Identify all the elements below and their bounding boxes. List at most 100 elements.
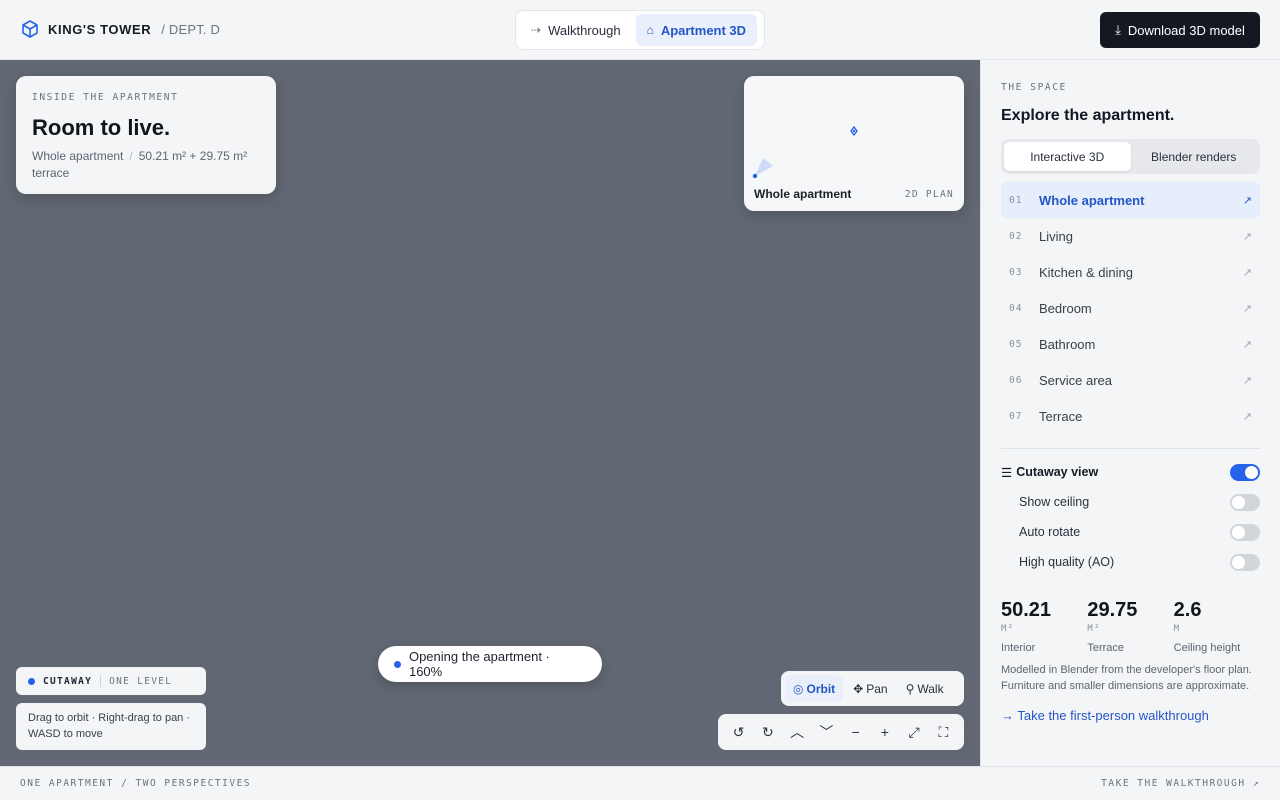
- cutaway-view-toggle[interactable]: [1230, 463, 1260, 481]
- controls-hint: Drag to orbit · Right-drag to pan · WASD…: [16, 703, 206, 750]
- sidebar-title: Explore the apartment.: [1001, 107, 1175, 124]
- tab-apartment-3d[interactable]: ⌂ Apartment 3D: [635, 14, 758, 46]
- pan-mode-button[interactable]: ✥ Pan: [845, 675, 895, 702]
- arrow-up-right-icon: ↗: [1242, 302, 1252, 315]
- walkthrough-link[interactable]: → Take the first-person walkthrough: [1001, 708, 1260, 723]
- stat-value: 29.75: [1087, 599, 1138, 621]
- show-ceiling-toggle[interactable]: [1230, 493, 1260, 511]
- loading-dot-icon: [394, 660, 401, 668]
- camera-view-cone-icon: [752, 158, 773, 179]
- stat-interior: 50.21 M² Interior: [1001, 599, 1087, 654]
- view-type-segmented-control: Interactive 3D Blender renders: [1001, 139, 1260, 174]
- room-item-bathroom[interactable]: 05 Bathroom ↗: [1001, 326, 1260, 362]
- room-item-whole-apartment[interactable]: 01 Whole apartment ↗: [1001, 182, 1260, 218]
- room-item-bedroom[interactable]: 04 Bedroom ↗: [1001, 290, 1260, 326]
- auto-rotate-row: Auto rotate: [1001, 517, 1260, 547]
- info-meta-separator: /: [129, 149, 133, 163]
- arrow-up-right-icon: ↗: [1242, 230, 1252, 243]
- tab-blender-renders[interactable]: Blender renders: [1131, 142, 1258, 171]
- stat-unit: M: [1173, 624, 1181, 634]
- info-eyebrow: INSIDE THE APARTMENT: [32, 92, 179, 103]
- room-item-kitchen-dining[interactable]: 03 Kitchen & dining ↗: [1001, 254, 1260, 290]
- room-item-terrace[interactable]: 07 Terrace ↗: [1001, 398, 1260, 434]
- zoom-out-button[interactable]: −: [843, 719, 869, 745]
- arrow-up-right-icon: ↗: [1242, 194, 1252, 207]
- mode-switch: ⇢ Walkthrough ⌂ Apartment 3D: [515, 10, 765, 50]
- zoom-in-icon: +: [880, 724, 889, 740]
- auto-rotate-toggle[interactable]: [1230, 523, 1260, 541]
- info-meta: Whole apartment/50.21 m² + 29.75 m² terr…: [32, 148, 260, 182]
- room-label: Living: [1039, 228, 1073, 244]
- stat-value: 50.21: [1001, 599, 1052, 621]
- tab-walkthrough-label: Walkthrough: [548, 22, 621, 38]
- arrow-up-right-icon: ↗: [1242, 410, 1252, 423]
- walk-label: Walk: [917, 681, 944, 696]
- download-3d-model-button[interactable]: ⤓ Download 3D model: [1100, 12, 1260, 48]
- fit-view-icon: ⤢: [908, 723, 920, 740]
- brand-subtitle: / DEPT. D: [161, 21, 221, 37]
- orbit-mode-button[interactable]: ◎ Orbit: [785, 675, 844, 702]
- sidebar-eyebrow: THE SPACE: [1001, 82, 1067, 93]
- tilt-down-button[interactable]: ﹀: [813, 719, 839, 745]
- footer-walkthrough-link[interactable]: TAKE THE WALKTHROUGH ↗: [1101, 778, 1260, 789]
- section-divider: [1001, 448, 1260, 449]
- tab-interactive-3d[interactable]: Interactive 3D: [1004, 142, 1131, 171]
- footer-tagline: ONE APARTMENT / TWO PERSPECTIVES: [20, 778, 252, 789]
- walk-mode-button[interactable]: ⚲ Walk: [898, 675, 952, 702]
- fit-view-button[interactable]: ⤢: [901, 719, 927, 745]
- app-header: KING'S TOWER / DEPT. D ⇢ Walkthrough ⌂ A…: [0, 0, 1280, 60]
- orbit-label: Orbit: [806, 681, 836, 696]
- dashed-arrow-icon: ⇢: [531, 23, 542, 37]
- high-quality-toggle[interactable]: [1230, 553, 1260, 571]
- room-number: 07: [1009, 410, 1023, 422]
- download-icon: ⤓: [1115, 22, 1121, 37]
- arrow-up-right-icon: ↗: [1242, 266, 1252, 279]
- room-number: 05: [1009, 338, 1023, 350]
- info-meta-room: Whole apartment: [32, 149, 124, 163]
- tilt-up-icon: ︿: [790, 724, 805, 740]
- arrow-up-right-icon: ↗: [1242, 374, 1252, 387]
- minimap-label: Whole apartment: [754, 187, 852, 201]
- room-number: 03: [1009, 266, 1023, 278]
- room-item-living[interactable]: 02 Living ↗: [1001, 218, 1260, 254]
- 3d-viewport[interactable]: INSIDE THE APARTMENT Room to live. Whole…: [0, 60, 980, 766]
- rotate-right-button[interactable]: ↻: [755, 719, 781, 745]
- minimap-center-marker-icon: [850, 125, 858, 137]
- status-dot-icon: [28, 677, 35, 685]
- minimap[interactable]: Whole apartment 2D PLAN: [744, 76, 964, 211]
- arrow-up-right-icon: ↗: [1242, 338, 1252, 351]
- apartment-stats: 50.21 M² Interior 29.75 M² Terrace 2.6 M…: [1001, 599, 1260, 654]
- stat-unit: M²: [1087, 624, 1101, 634]
- brand[interactable]: KING'S TOWER / DEPT. D: [20, 19, 220, 39]
- show-ceiling-label: Show ceiling: [1019, 495, 1090, 509]
- tab-walkthrough[interactable]: ⇢ Walkthrough: [520, 14, 632, 46]
- stat-ceiling-height: 2.6 M Ceiling height: [1174, 599, 1260, 654]
- show-ceiling-row: Show ceiling: [1001, 487, 1260, 517]
- sidebar: THE SPACE Explore the apartment. Interac…: [980, 60, 1280, 766]
- room-number: 01: [1009, 194, 1023, 206]
- loading-toast: Opening the apartment · 160%: [378, 646, 602, 682]
- room-label: Bathroom: [1039, 336, 1096, 352]
- room-number: 06: [1009, 374, 1023, 386]
- room-label: Bedroom: [1039, 300, 1092, 316]
- chip-divider: [100, 675, 102, 687]
- room-item-service-area[interactable]: 06 Service area ↗: [1001, 362, 1260, 398]
- house-icon: ⌂: [646, 23, 654, 37]
- info-card: INSIDE THE APARTMENT Room to live. Whole…: [16, 76, 276, 194]
- cutaway-view-label: ☰ Cutaway view: [1001, 465, 1098, 480]
- download-button-label: Download 3D model: [1127, 22, 1245, 38]
- rotate-left-button[interactable]: ↺: [726, 719, 752, 745]
- zoom-in-button[interactable]: +: [872, 719, 898, 745]
- zoom-out-icon: −: [851, 724, 860, 740]
- loading-toast-text: Opening the apartment · 160%: [408, 649, 550, 679]
- fullscreen-button[interactable]: ⛶: [930, 719, 956, 745]
- cutaway-status-chip: CUTAWAY ONE LEVEL: [16, 667, 206, 695]
- stat-terrace: 29.75 M² Terrace: [1087, 599, 1173, 654]
- info-title: Room to live.: [32, 115, 171, 140]
- tilt-up-button[interactable]: ︿: [784, 719, 810, 745]
- high-quality-row: High quality (AO): [1001, 547, 1260, 577]
- room-label: Whole apartment: [1039, 192, 1145, 208]
- room-label: Service area: [1039, 372, 1112, 388]
- navigation-modes: ◎ Orbit ✥ Pan ⚲ Walk: [781, 671, 964, 706]
- tab-apartment-3d-label: Apartment 3D: [660, 22, 747, 38]
